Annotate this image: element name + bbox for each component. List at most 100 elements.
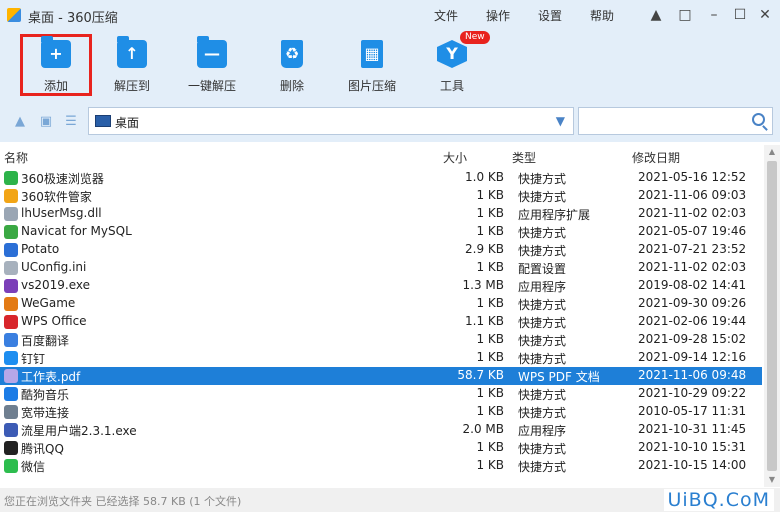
file-type: 快捷方式 <box>518 352 567 366</box>
file-date: 2019-08-02 14:41 <box>638 278 747 292</box>
minimize-icon[interactable]: – <box>705 6 723 24</box>
file-icon <box>4 441 18 455</box>
file-row[interactable]: Potato 2.9 KB 快捷方式 2021-07-21 23:52 <box>0 241 762 259</box>
file-icon <box>4 369 18 383</box>
menu-file[interactable]: 文件 <box>434 7 458 24</box>
file-type: 快捷方式 <box>518 190 567 204</box>
menu-help[interactable]: 帮助 <box>590 7 614 24</box>
feedback-icon[interactable]: □ <box>676 6 694 24</box>
file-size: 1 KB <box>476 206 504 220</box>
file-row[interactable]: 酷狗音乐 1 KB 快捷方式 2021-10-29 09:22 <box>0 385 762 403</box>
search-input[interactable] <box>583 112 743 130</box>
file-type: 快捷方式 <box>518 298 567 312</box>
recycle-bin-icon: ♻ <box>281 40 303 68</box>
file-date: 2021-05-07 19:46 <box>638 224 747 238</box>
file-type: 快捷方式 <box>518 388 567 402</box>
shirt-icon[interactable]: ▲ <box>647 6 665 24</box>
file-date: 2021-10-31 11:45 <box>638 422 747 436</box>
file-icon <box>4 405 18 419</box>
one-click-extract-button[interactable]: — 一键解压 <box>176 34 248 96</box>
file-row[interactable]: vs2019.exe 1.3 MB 应用程序 2019-08-02 14:41 <box>0 277 762 295</box>
file-type: 应用程序 <box>518 424 567 438</box>
add-label: 添加 <box>43 79 68 93</box>
menu-operation[interactable]: 操作 <box>486 7 510 24</box>
title-bar: 桌面 - 360压缩 文件 操作 设置 帮助 ▲ □ – ☐ ✕ <box>0 0 780 30</box>
scroll-down-icon[interactable]: ▼ <box>764 473 780 487</box>
app-logo-icon <box>7 8 21 22</box>
file-size: 1 KB <box>476 440 504 454</box>
extract-to-button[interactable]: ↑ 解压到 <box>96 34 168 96</box>
file-date: 2021-09-30 09:26 <box>638 296 747 310</box>
file-type: 快捷方式 <box>518 406 567 420</box>
search-icon[interactable] <box>752 113 765 126</box>
image-compress-label: 图片压缩 <box>347 79 396 93</box>
add-button[interactable]: + 添加 <box>20 34 92 96</box>
file-row[interactable]: lhUserMsg.dll 1 KB 应用程序扩展 2021-11-02 02:03 <box>0 205 762 223</box>
file-row[interactable]: WPS Office 1.1 KB 快捷方式 2021-02-06 19:44 <box>0 313 762 331</box>
file-row[interactable]: 360极速浏览器 1.0 KB 快捷方式 2021-05-16 12:52 <box>0 169 762 187</box>
list-view-icon[interactable]: ☰ <box>63 114 79 130</box>
file-row[interactable]: WeGame 1 KB 快捷方式 2021-09-30 09:26 <box>0 295 762 313</box>
file-row[interactable]: 微信 1 KB 快捷方式 2021-10-15 14:00 <box>0 457 762 475</box>
tools-label: 工具 <box>439 79 464 93</box>
image-compress-icon: ▦ <box>361 40 383 68</box>
file-size: 1.3 MB <box>462 278 504 292</box>
column-name[interactable]: 名称 <box>4 149 28 166</box>
toolbar: + 添加 ↑ 解压到 — 一键解压 ♻ 删除 ▦ 图片压缩 Y New 工具 <box>0 30 780 102</box>
column-size[interactable]: 大小 <box>443 149 467 166</box>
file-date: 2021-09-28 15:02 <box>638 332 747 346</box>
status-text: 您正在浏览文件夹 已经选择 58.7 KB (1 个文件) <box>4 495 242 508</box>
detail-view-icon[interactable]: ▣ <box>38 114 54 130</box>
file-row[interactable]: 腾讯QQ 1 KB 快捷方式 2021-10-10 15:31 <box>0 439 762 457</box>
file-date: 2021-10-15 14:00 <box>638 458 747 472</box>
file-type: 快捷方式 <box>518 172 567 186</box>
close-icon[interactable]: ✕ <box>756 6 774 24</box>
file-list: 360极速浏览器 1.0 KB 快捷方式 2021-05-16 12:52 360软件管… <box>0 169 764 487</box>
chevron-down-icon[interactable]: ▼ <box>556 114 565 128</box>
file-name: 流星用户端2.3.1.exe <box>21 424 137 438</box>
file-date: 2021-11-02 02:03 <box>638 260 747 274</box>
status-bar: 您正在浏览文件夹 已经选择 58.7 KB (1 个文件) UiBQ.CoM <box>0 488 780 512</box>
file-type: 快捷方式 <box>518 460 567 474</box>
file-name: 工作表.pdf <box>21 370 81 384</box>
column-type[interactable]: 类型 <box>512 149 536 166</box>
file-date: 2021-05-16 12:52 <box>638 170 747 184</box>
file-icon <box>4 243 18 257</box>
file-row[interactable]: 百度翻译 1 KB 快捷方式 2021-09-28 15:02 <box>0 331 762 349</box>
one-click-extract-icon: — <box>197 36 227 68</box>
path-dropdown[interactable]: 桌面 ▼ <box>88 107 574 135</box>
file-icon <box>4 189 18 203</box>
file-size: 1.0 KB <box>465 170 504 184</box>
file-row[interactable]: 宽带连接 1 KB 快捷方式 2010-05-17 11:31 <box>0 403 762 421</box>
add-folder-icon: + <box>41 36 71 68</box>
file-size: 58.7 KB <box>457 368 504 382</box>
file-row[interactable]: Navicat for MySQL 1 KB 快捷方式 2021-05-07 19:4… <box>0 223 762 241</box>
file-row[interactable]: 钉钉 1 KB 快捷方式 2021-09-14 12:16 <box>0 349 762 367</box>
file-date: 2021-10-29 09:22 <box>638 386 747 400</box>
up-arrow-icon[interactable]: ▲ <box>12 114 28 130</box>
scrollbar[interactable]: ▲ ▼ <box>764 145 780 487</box>
scroll-thumb[interactable] <box>767 161 777 471</box>
file-type: 快捷方式 <box>518 316 567 330</box>
file-name: 酷狗音乐 <box>21 388 70 402</box>
file-name: 微信 <box>21 460 46 474</box>
maximize-icon[interactable]: ☐ <box>731 6 749 24</box>
menu-settings[interactable]: 设置 <box>538 7 562 24</box>
file-size: 1 KB <box>476 350 504 364</box>
file-size: 1 KB <box>476 458 504 472</box>
file-name: 钉钉 <box>21 352 46 366</box>
file-row[interactable]: 流星用户端2.3.1.exe 2.0 MB 应用程序 2021-10-31 11:45 <box>0 421 762 439</box>
file-icon <box>4 297 18 311</box>
file-row[interactable]: UConfig.ini 1 KB 配置设置 2021-11-02 02:03 <box>0 259 762 277</box>
file-row[interactable]: 工作表.pdf 58.7 KB WPS PDF 文档 2021-11-06 09:48 <box>0 367 762 385</box>
column-date[interactable]: 修改日期 <box>632 149 680 166</box>
file-date: 2021-10-10 15:31 <box>638 440 747 454</box>
scroll-up-icon[interactable]: ▲ <box>764 145 780 159</box>
file-icon <box>4 207 18 221</box>
delete-button[interactable]: ♻ 删除 <box>256 34 328 96</box>
file-type: 快捷方式 <box>518 442 567 456</box>
image-compress-button[interactable]: ▦ 图片压缩 <box>336 34 408 96</box>
file-icon <box>4 387 18 401</box>
file-row[interactable]: 360软件管家 1 KB 快捷方式 2021-11-06 09:03 <box>0 187 762 205</box>
tools-button[interactable]: Y New 工具 <box>416 31 490 96</box>
